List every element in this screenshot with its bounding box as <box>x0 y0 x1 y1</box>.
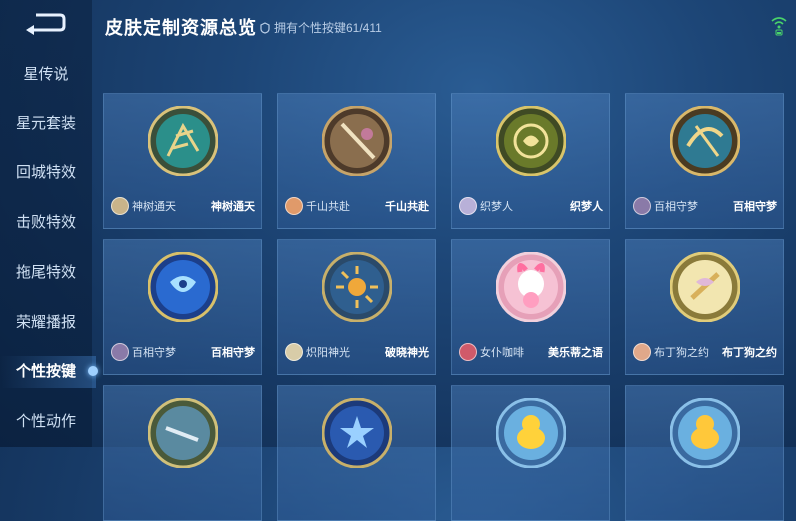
skin-card[interactable]: 织梦人 织梦人 <box>451 93 610 229</box>
hero-name: 千山共赴 <box>306 201 350 213</box>
duck-emblem-icon <box>495 397 567 469</box>
ownership-count-text: 拥有个性按键61/411 <box>274 21 382 35</box>
back-button[interactable] <box>22 10 68 36</box>
sun-emblem-icon <box>321 251 393 323</box>
hero-avatar <box>285 197 303 215</box>
blade-emblem-icon <box>147 397 219 469</box>
hero-name: 百相守梦 <box>654 201 698 213</box>
melody-emblem-icon <box>495 251 567 323</box>
skin-name: 布丁狗之约 <box>722 347 777 359</box>
skin-card[interactable] <box>277 385 436 521</box>
koi-emblem-icon <box>147 251 219 323</box>
sidebar-item-star-suit[interactable]: 星元套装 <box>0 109 92 139</box>
skin-name: 美乐蒂之语 <box>548 347 603 359</box>
skin-card[interactable]: 百相守梦 百相守梦 <box>103 239 262 375</box>
sidebar-item-star-legend[interactable]: 星传说 <box>0 60 92 90</box>
skin-name: 百相守梦 <box>733 201 777 213</box>
skin-card[interactable]: 神树通天 神树通天 <box>103 93 262 229</box>
skin-name: 百相守梦 <box>211 347 255 359</box>
hero-name: 女仆咖啡 <box>480 347 524 359</box>
hero-name: 神树通天 <box>132 201 176 213</box>
sidebar-item-glory-broadcast[interactable]: 荣耀播报 <box>0 308 92 338</box>
wifi-signal-icon <box>771 17 787 36</box>
skin-name: 织梦人 <box>570 201 603 213</box>
skin-card[interactable] <box>451 385 610 521</box>
ownership-count: 拥有个性按键61/411 <box>259 19 382 36</box>
dragon-emblem-icon <box>495 105 567 177</box>
sidebar-item-recall-effect[interactable]: 回城特效 <box>0 158 92 188</box>
hero-avatar <box>111 197 129 215</box>
active-indicator-dot <box>88 366 98 376</box>
skin-card[interactable]: 千山共赴 千山共赴 <box>277 93 436 229</box>
skin-card[interactable]: 女仆咖啡 美乐蒂之语 <box>451 239 610 375</box>
hero-avatar <box>633 343 651 361</box>
hero-avatar <box>111 343 129 361</box>
key-icon <box>260 21 270 34</box>
skin-name: 神树通天 <box>211 201 255 213</box>
hero-avatar <box>459 343 477 361</box>
sidebar-item-custom-actions[interactable]: 个性动作 <box>0 407 92 437</box>
skin-card[interactable]: 布丁狗之约 布丁狗之约 <box>625 239 784 375</box>
sidebar-item-custom-buttons[interactable]: 个性按键 <box>0 357 92 387</box>
duck-emblem-icon <box>669 397 741 469</box>
hero-avatar <box>459 197 477 215</box>
skin-card[interactable] <box>625 385 784 521</box>
page-title: 皮肤定制资源总览 <box>105 18 257 38</box>
antler-emblem-icon <box>147 105 219 177</box>
hero-avatar <box>633 197 651 215</box>
skin-card[interactable]: 百相守梦 百相守梦 <box>625 93 784 229</box>
skin-name: 千山共赴 <box>385 201 429 213</box>
skin-name: 破晓神光 <box>385 347 429 359</box>
ribbon-emblem-icon <box>669 251 741 323</box>
hero-name: 布丁狗之约 <box>654 347 709 359</box>
back-arrow-icon <box>26 13 66 35</box>
crossbow-emblem-icon <box>669 105 741 177</box>
sidebar-item-kill-effect[interactable]: 击败特效 <box>0 208 92 238</box>
sidebar-item-trail-effect[interactable]: 拖尾特效 <box>0 258 92 288</box>
star-emblem-icon <box>321 397 393 469</box>
skin-card[interactable] <box>103 385 262 521</box>
hero-avatar <box>285 343 303 361</box>
hero-name: 炽阳神光 <box>306 347 350 359</box>
sword-emblem-icon <box>321 105 393 177</box>
hero-name: 织梦人 <box>480 201 513 213</box>
sidebar: 星传说 星元套装 回城特效 击败特效 拖尾特效 荣耀播报 个性按键 个性动作 <box>0 0 96 447</box>
hero-name: 百相守梦 <box>132 347 176 359</box>
skin-card[interactable]: 炽阳神光 破晓神光 <box>277 239 436 375</box>
